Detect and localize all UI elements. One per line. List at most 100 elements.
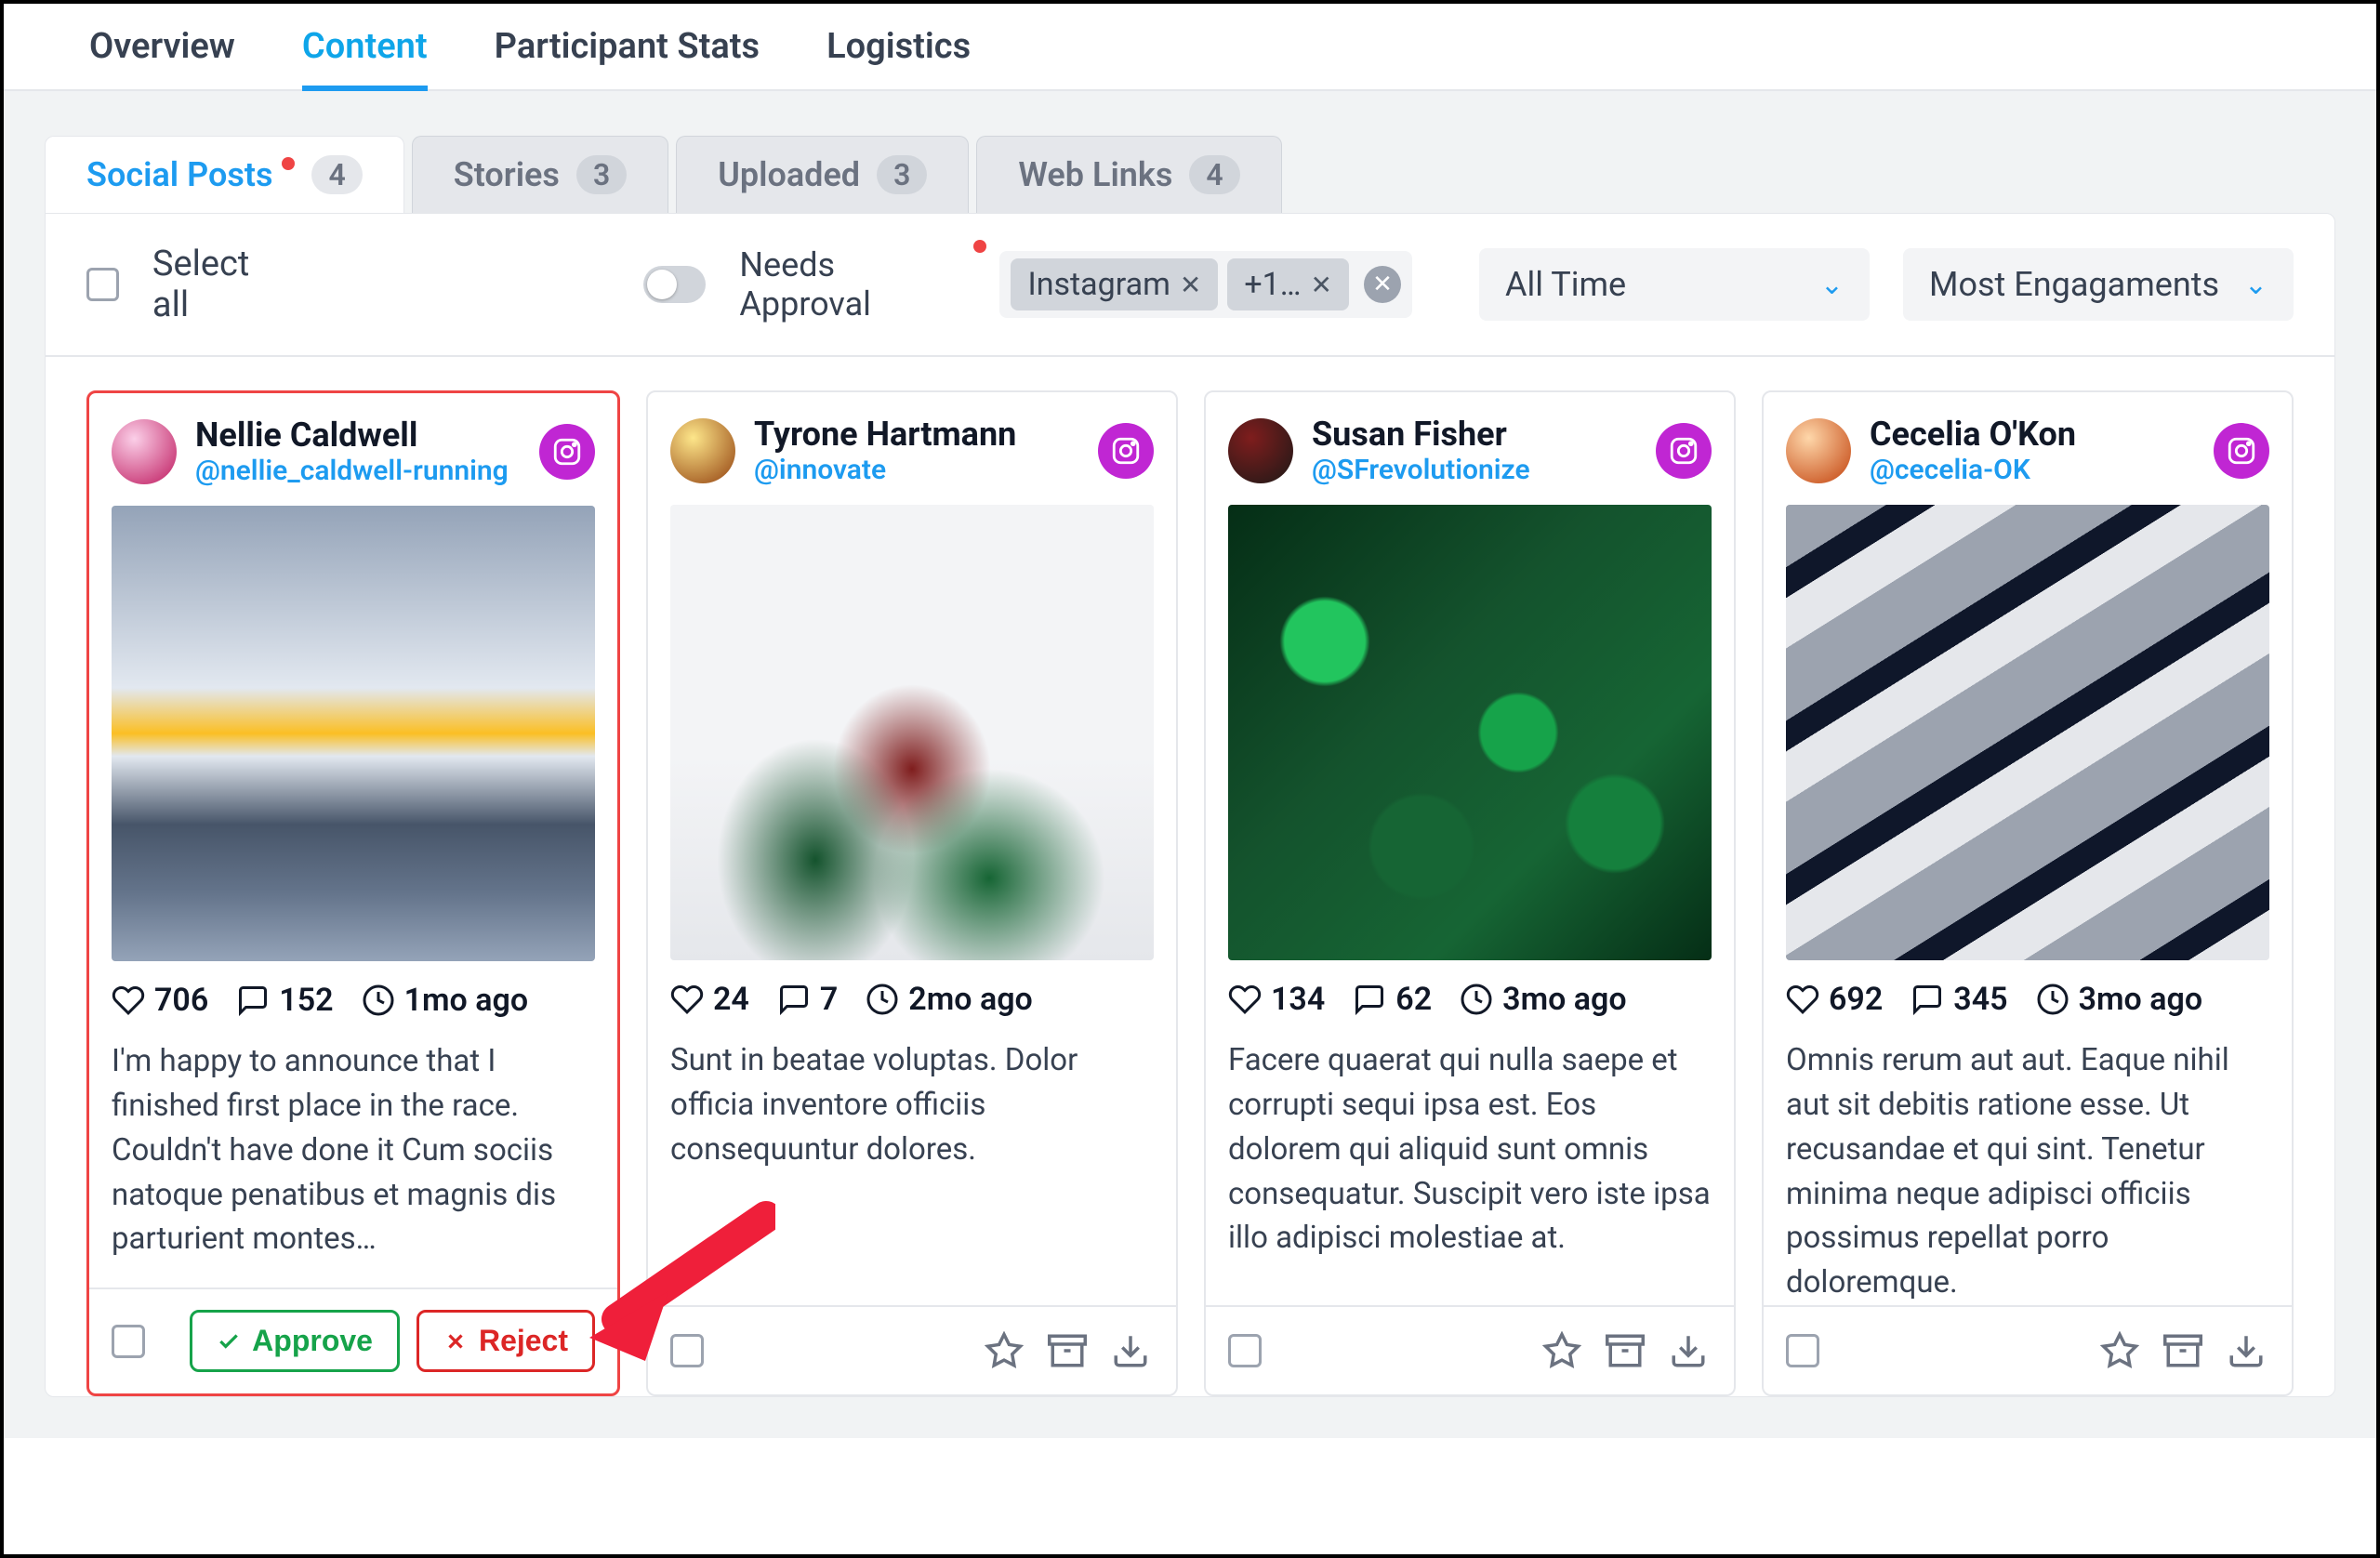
notification-dot-icon: [973, 240, 986, 253]
comments-stat: 62: [1353, 981, 1432, 1018]
author-name[interactable]: Susan Fisher: [1312, 415, 1637, 454]
clock-icon: [2036, 983, 2069, 1016]
topnav-participant-stats[interactable]: Participant Stats: [495, 26, 760, 89]
subtab-count: 3: [576, 155, 627, 194]
select-all-label: Select all: [152, 244, 290, 325]
sub-tabs: Social Posts 4 Stories 3 Uploaded 3 Web …: [45, 91, 2335, 213]
select-all-checkbox[interactable]: [86, 268, 119, 301]
heart-icon: [1786, 983, 1819, 1016]
author-name[interactable]: Nellie Caldwell: [195, 416, 521, 455]
star-icon: [1542, 1331, 1581, 1370]
archive-button[interactable]: [1044, 1327, 1091, 1374]
reject-button[interactable]: Reject: [416, 1310, 595, 1372]
favorite-button[interactable]: [2096, 1327, 2143, 1374]
download-button[interactable]: [1665, 1327, 1712, 1374]
post-image[interactable]: [670, 505, 1154, 960]
download-button[interactable]: [1107, 1327, 1154, 1374]
topnav-logistics[interactable]: Logistics: [826, 26, 971, 89]
download-button[interactable]: [2223, 1327, 2269, 1374]
subtab-label: Stories: [454, 155, 560, 194]
card-select-checkbox[interactable]: [1228, 1334, 1262, 1367]
post-image[interactable]: [112, 506, 595, 961]
close-icon[interactable]: ✕: [1311, 270, 1332, 300]
author-handle[interactable]: @nellie_caldwell-running: [195, 455, 521, 487]
close-icon[interactable]: ✕: [1180, 270, 1201, 300]
card-select-checkbox[interactable]: [670, 1334, 704, 1367]
comments-stat: 345: [1911, 981, 2007, 1018]
notification-dot-icon: [282, 157, 295, 170]
instagram-icon[interactable]: [539, 424, 595, 480]
time-filter-dropdown[interactable]: All Time ⌄: [1479, 248, 1870, 321]
comment-icon: [1353, 983, 1386, 1016]
avatar[interactable]: [670, 418, 735, 483]
card-select-checkbox[interactable]: [1786, 1334, 1819, 1367]
post-card: Nellie Caldwell @nellie_caldwell-running…: [86, 390, 620, 1396]
clear-filters-button[interactable]: ✕: [1364, 266, 1401, 303]
heart-icon: [112, 984, 145, 1017]
favorite-button[interactable]: [981, 1327, 1027, 1374]
likes-stat: 134: [1228, 981, 1325, 1018]
filter-chips: Instagram✕ +1…✕ ✕: [999, 251, 1412, 318]
approve-button[interactable]: Approve: [190, 1310, 400, 1372]
archive-icon: [1048, 1331, 1087, 1370]
comment-icon: [1911, 983, 1944, 1016]
star-icon: [985, 1331, 1024, 1370]
author-name[interactable]: Cecelia O'Kon: [1870, 415, 2195, 454]
avatar[interactable]: [1228, 418, 1293, 483]
subtab-uploaded[interactable]: Uploaded 3: [676, 136, 969, 213]
filter-chip-instagram[interactable]: Instagram✕: [1011, 258, 1218, 310]
post-caption: Sunt in beatae voluptas. Dolor officia i…: [670, 1038, 1154, 1172]
archive-button[interactable]: [2160, 1327, 2206, 1374]
instagram-icon[interactable]: [2214, 423, 2269, 479]
post-stats: 134 62 3mo ago: [1228, 981, 1712, 1018]
time-stat: 3mo ago: [1460, 981, 1627, 1018]
x-icon: [443, 1329, 468, 1353]
filter-chip-more[interactable]: +1…✕: [1227, 258, 1349, 310]
subtab-label: Social Posts: [86, 155, 272, 194]
archive-button[interactable]: [1602, 1327, 1648, 1374]
sort-dropdown[interactable]: Most Engagaments ⌄: [1903, 248, 2294, 321]
subtab-web-links[interactable]: Web Links 4: [976, 136, 1281, 213]
post-stats: 692 345 3mo ago: [1786, 981, 2269, 1018]
toolbar: Select all Needs Approval Instagram✕ +1……: [46, 214, 2334, 357]
favorite-button[interactable]: [1539, 1327, 1585, 1374]
clock-icon: [362, 984, 395, 1017]
author-handle[interactable]: @cecelia-OK: [1870, 454, 2195, 486]
subtab-label: Uploaded: [718, 155, 860, 194]
clock-icon: [866, 983, 899, 1016]
post-caption: Facere quaerat qui nulla saepe et corrup…: [1228, 1038, 1712, 1261]
needs-approval-label: Needs Approval: [739, 245, 966, 323]
subtab-label: Web Links: [1018, 155, 1172, 194]
comments-stat: 7: [777, 981, 838, 1018]
avatar[interactable]: [1786, 418, 1851, 483]
topnav-overview[interactable]: Overview: [89, 26, 235, 89]
likes-stat: 24: [670, 981, 749, 1018]
instagram-icon[interactable]: [1098, 423, 1154, 479]
time-stat: 3mo ago: [2036, 981, 2203, 1018]
post-image[interactable]: [1228, 505, 1712, 960]
content-panel: Select all Needs Approval Instagram✕ +1……: [45, 213, 2335, 1397]
subtab-count: 4: [311, 155, 362, 194]
instagram-icon[interactable]: [1656, 423, 1712, 479]
avatar[interactable]: [112, 419, 177, 484]
topnav-content[interactable]: Content: [302, 26, 428, 89]
post-card: Tyrone Hartmann @innovate 24 7 2mo ago S…: [646, 390, 1178, 1396]
download-icon: [2227, 1331, 2266, 1370]
download-icon: [1669, 1331, 1708, 1370]
subtab-stories[interactable]: Stories 3: [412, 136, 668, 213]
cards-grid: Nellie Caldwell @nellie_caldwell-running…: [46, 357, 2334, 1396]
top-nav: Overview Content Participant Stats Logis…: [4, 4, 2376, 91]
archive-icon: [1606, 1331, 1645, 1370]
likes-stat: 706: [112, 982, 208, 1019]
post-image[interactable]: [1786, 505, 2269, 960]
heart-icon: [1228, 983, 1262, 1016]
author-name[interactable]: Tyrone Hartmann: [754, 415, 1079, 454]
card-select-checkbox[interactable]: [112, 1325, 145, 1358]
needs-approval-toggle[interactable]: [643, 266, 706, 303]
post-caption: I'm happy to announce that I finished fi…: [112, 1039, 595, 1261]
subtab-social-posts[interactable]: Social Posts 4: [45, 136, 404, 213]
author-handle[interactable]: @innovate: [754, 454, 1079, 486]
comment-icon: [236, 984, 270, 1017]
author-handle[interactable]: @SFrevolutionize: [1312, 454, 1637, 486]
post-caption: Omnis rerum aut aut. Eaque nihil aut sit…: [1786, 1038, 2269, 1305]
